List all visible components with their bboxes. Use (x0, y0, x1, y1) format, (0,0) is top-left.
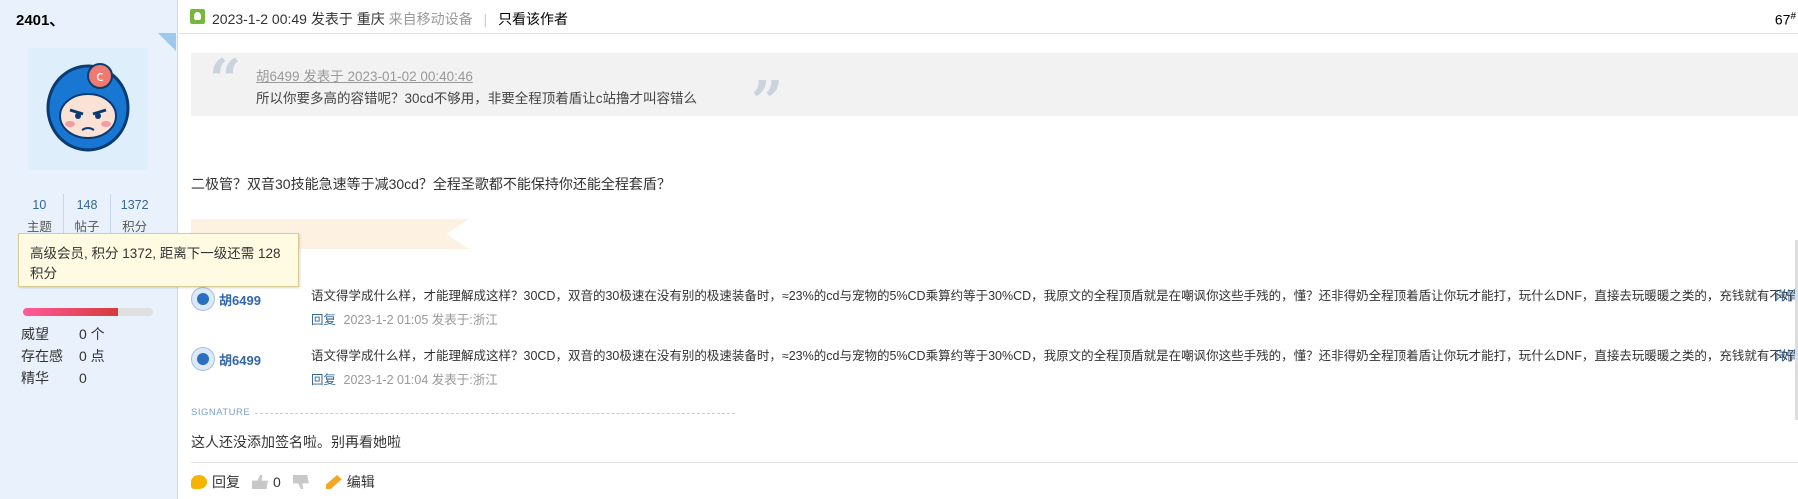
stat-threads-count[interactable]: 10 (16, 194, 63, 216)
extra-digest: 精华 0 (21, 367, 105, 389)
svg-text:c: c (96, 69, 104, 85)
stat-posts[interactable]: 148 帖子 (64, 194, 112, 238)
extra-prestige-label: 威望 (21, 326, 49, 342)
signature-divider (255, 413, 735, 414)
stat-credits-count[interactable]: 1372 (111, 194, 158, 216)
reply-item: 胡6499 语文得学成什么样，才能理解成这样？30CD，双音的30极速在没有别的… (191, 285, 1798, 335)
reply-post-button[interactable]: 回复 (191, 472, 240, 492)
open-quote-icon: “ (209, 47, 242, 113)
only-author-link[interactable]: 只看该作者 (498, 11, 568, 27)
corner-badge-icon (158, 33, 176, 51)
post-header: 2023-1-2 00:49 发表于 重庆 来自移动设备 | 只看该作者 67# (177, 6, 1798, 34)
reply-item: 胡6499 语文得学成什么样，才能理解成这样？30CD，双音的30极速在没有别的… (191, 345, 1798, 395)
reply-button[interactable]: 回复 (311, 373, 336, 387)
edit-label: 编辑 (346, 474, 375, 490)
extra-digest-label: 精华 (21, 370, 49, 386)
author-stats: 10 主题 148 帖子 1372 积分 (16, 194, 158, 238)
stat-credits[interactable]: 1372 积分 (111, 194, 158, 238)
reply-avatar[interactable] (191, 347, 215, 371)
post-body-text: 二极管？双音30技能急速等于减30cd？全程圣歌都不能保持你还能全程套盾？ (191, 176, 671, 192)
reply-text: 语文得学成什么样，才能理解成这样？30CD，双音的30极速在没有别的极速装备时，… (311, 349, 1798, 363)
reply-button[interactable]: 回复 (311, 313, 336, 327)
extra-presence-label: 存在感 (21, 348, 63, 364)
close-quote-icon: ” (751, 69, 784, 135)
extra-prestige: 威望 0 个 (21, 323, 105, 345)
reply-author-link[interactable]: 胡6499 (219, 350, 261, 369)
author-username[interactable]: 2401、 (16, 9, 64, 30)
reply-post-label: 回复 (212, 474, 240, 490)
signature-text: 这人还没添加签名啦。别再看她啦 (191, 434, 401, 450)
floor-number[interactable]: 67# (1775, 11, 1796, 28)
level-progress-fill (23, 308, 118, 316)
downvote-button[interactable] (292, 475, 314, 489)
upvote-count: 0 (273, 474, 281, 490)
post-datetime: 2023-1-2 00:49 (212, 11, 307, 27)
signature-label: SIGNATURE (191, 407, 251, 418)
stat-posts-count[interactable]: 148 (64, 194, 111, 216)
post-meta: 2023-1-2 00:49 发表于 重庆 来自移动设备 | 只看该作者 (212, 9, 568, 29)
extra-digest-value: 0 (79, 370, 87, 386)
post-posted-in: 发表于 (310, 11, 353, 27)
quote-author-link[interactable]: 胡6499 发表于 2023-01-02 00:40:46 (256, 65, 473, 85)
level-progress-bar (23, 308, 153, 316)
edit-button[interactable]: 编辑 (325, 472, 375, 492)
author-extras: 威望 0 个 存在感 0 点 精华 0 (21, 323, 105, 389)
quote-block: “ 胡6499 发表于 2023-01-02 00:40:46 所以你要多高的容… (191, 47, 1798, 135)
separator: | (483, 11, 488, 27)
reply-avatar[interactable] (191, 287, 215, 311)
floor-mark: # (1790, 11, 1796, 22)
post-actions: 回复 0 编辑 (191, 472, 387, 492)
reply-meta-text: 2023-1-2 01:05 发表于:浙江 (343, 313, 498, 327)
floor-value: 67 (1774, 11, 1791, 28)
extra-presence: 存在感 0 点 (21, 345, 105, 367)
extra-prestige-value: 0 个 (79, 326, 105, 342)
online-member-icon (190, 9, 205, 24)
post-location: 重庆 (356, 11, 385, 27)
reply-meta: 回复 2023-1-2 01:04 发表于:浙江 (311, 369, 498, 388)
reply-author-link[interactable]: 胡6499 (219, 290, 261, 309)
thumbs-up-icon (252, 475, 268, 489)
upvote-button[interactable]: 0 (252, 474, 281, 490)
reply-meta: 回复 2023-1-2 01:05 发表于:浙江 (311, 309, 498, 328)
footer-divider (191, 462, 1798, 463)
avatar[interactable]: c (28, 48, 148, 170)
extra-presence-value: 0 点 (79, 348, 105, 364)
reply-icon (191, 475, 207, 489)
level-tooltip: 高级会员, 积分 1372, 距离下一级还需 128 积分 (18, 233, 299, 287)
post-device: 来自移动设备 (388, 11, 473, 27)
quote-text: 所以你要多高的容错呢？30cd不够用，非要全程顶着盾让c站撸才叫容错么 (256, 91, 698, 106)
header-divider (177, 33, 1798, 34)
pencil-icon (325, 475, 342, 489)
thumbs-down-icon (292, 475, 309, 489)
reply-meta-text: 2023-1-2 01:04 发表于:浙江 (343, 373, 498, 387)
stat-threads[interactable]: 10 主题 (16, 194, 64, 238)
reply-text: 语文得学成什么样，才能理解成这样？30CD，双音的30极速在没有别的极速装备时，… (311, 289, 1798, 303)
avatar-icon: c (46, 63, 130, 152)
